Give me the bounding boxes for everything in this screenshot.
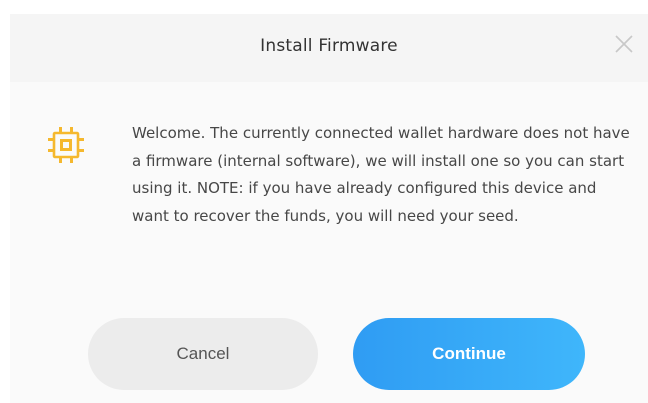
chip-icon — [48, 127, 84, 163]
continue-button[interactable]: Continue — [353, 318, 585, 390]
dialog-body: Welcome. The currently connected wallet … — [10, 82, 648, 403]
dialog-message: Welcome. The currently connected wallet … — [132, 124, 630, 225]
close-icon[interactable] — [610, 30, 638, 58]
install-firmware-dialog: Install Firmware Welcome. The currently … — [10, 14, 648, 403]
cancel-button[interactable]: Cancel — [88, 318, 318, 390]
dialog-header: Install Firmware — [10, 14, 648, 82]
dialog-title: Install Firmware — [260, 36, 398, 56]
